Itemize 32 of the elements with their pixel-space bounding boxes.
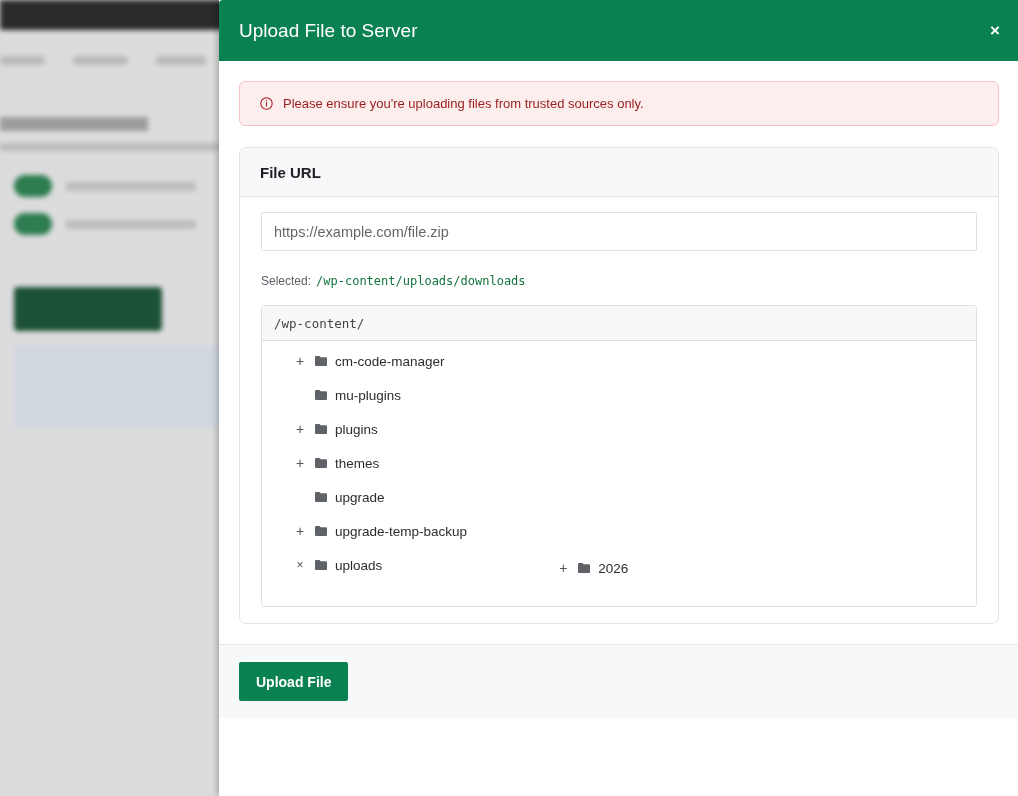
folder-name[interactable]: cm-code-manager [335,353,445,369]
tree-root-path: /wp-content/ [274,315,365,331]
selected-path: /wp-content/uploads/downloads [316,274,526,288]
info-icon [260,97,273,110]
upload-file-button[interactable]: Upload File [239,662,349,701]
expand-toggle[interactable]: + [295,354,305,368]
folder-name[interactable]: plugins [335,421,378,437]
folder-icon [315,526,327,536]
expand-toggle[interactable]: + [295,524,305,538]
folder-icon [315,424,327,434]
folder-name[interactable]: mu-plugins [335,387,402,403]
modal-title: Upload File to Server [239,19,418,42]
folder-name[interactable]: 2026 [598,560,629,576]
folder-name[interactable]: upgrade [335,489,385,505]
url-input-field[interactable]: https://example.com/file.zip [261,212,977,251]
collapse-toggle[interactable]: × [295,558,305,572]
folder-name[interactable]: upgrade-temp-backup [335,523,468,539]
folder-icon [315,560,327,570]
folder-icon [315,458,327,468]
expand-toggle[interactable]: + [558,561,569,575]
folder-icon [578,563,591,573]
expand-toggle[interactable]: + [295,456,305,470]
expand-toggle[interactable]: + [295,422,305,436]
card-title: File URL [260,163,321,181]
folder-name[interactable]: themes [335,455,380,471]
folder-icon [315,492,327,502]
folder-name[interactable]: uploads [335,557,383,573]
selected-label: Selected: [261,274,312,288]
alert-text: Please ensure you're uploading files from trusted sources only. [283,96,644,111]
folder-icon [315,390,327,400]
folder-icon [315,356,327,366]
close-button[interactable]: × [986,18,1004,43]
